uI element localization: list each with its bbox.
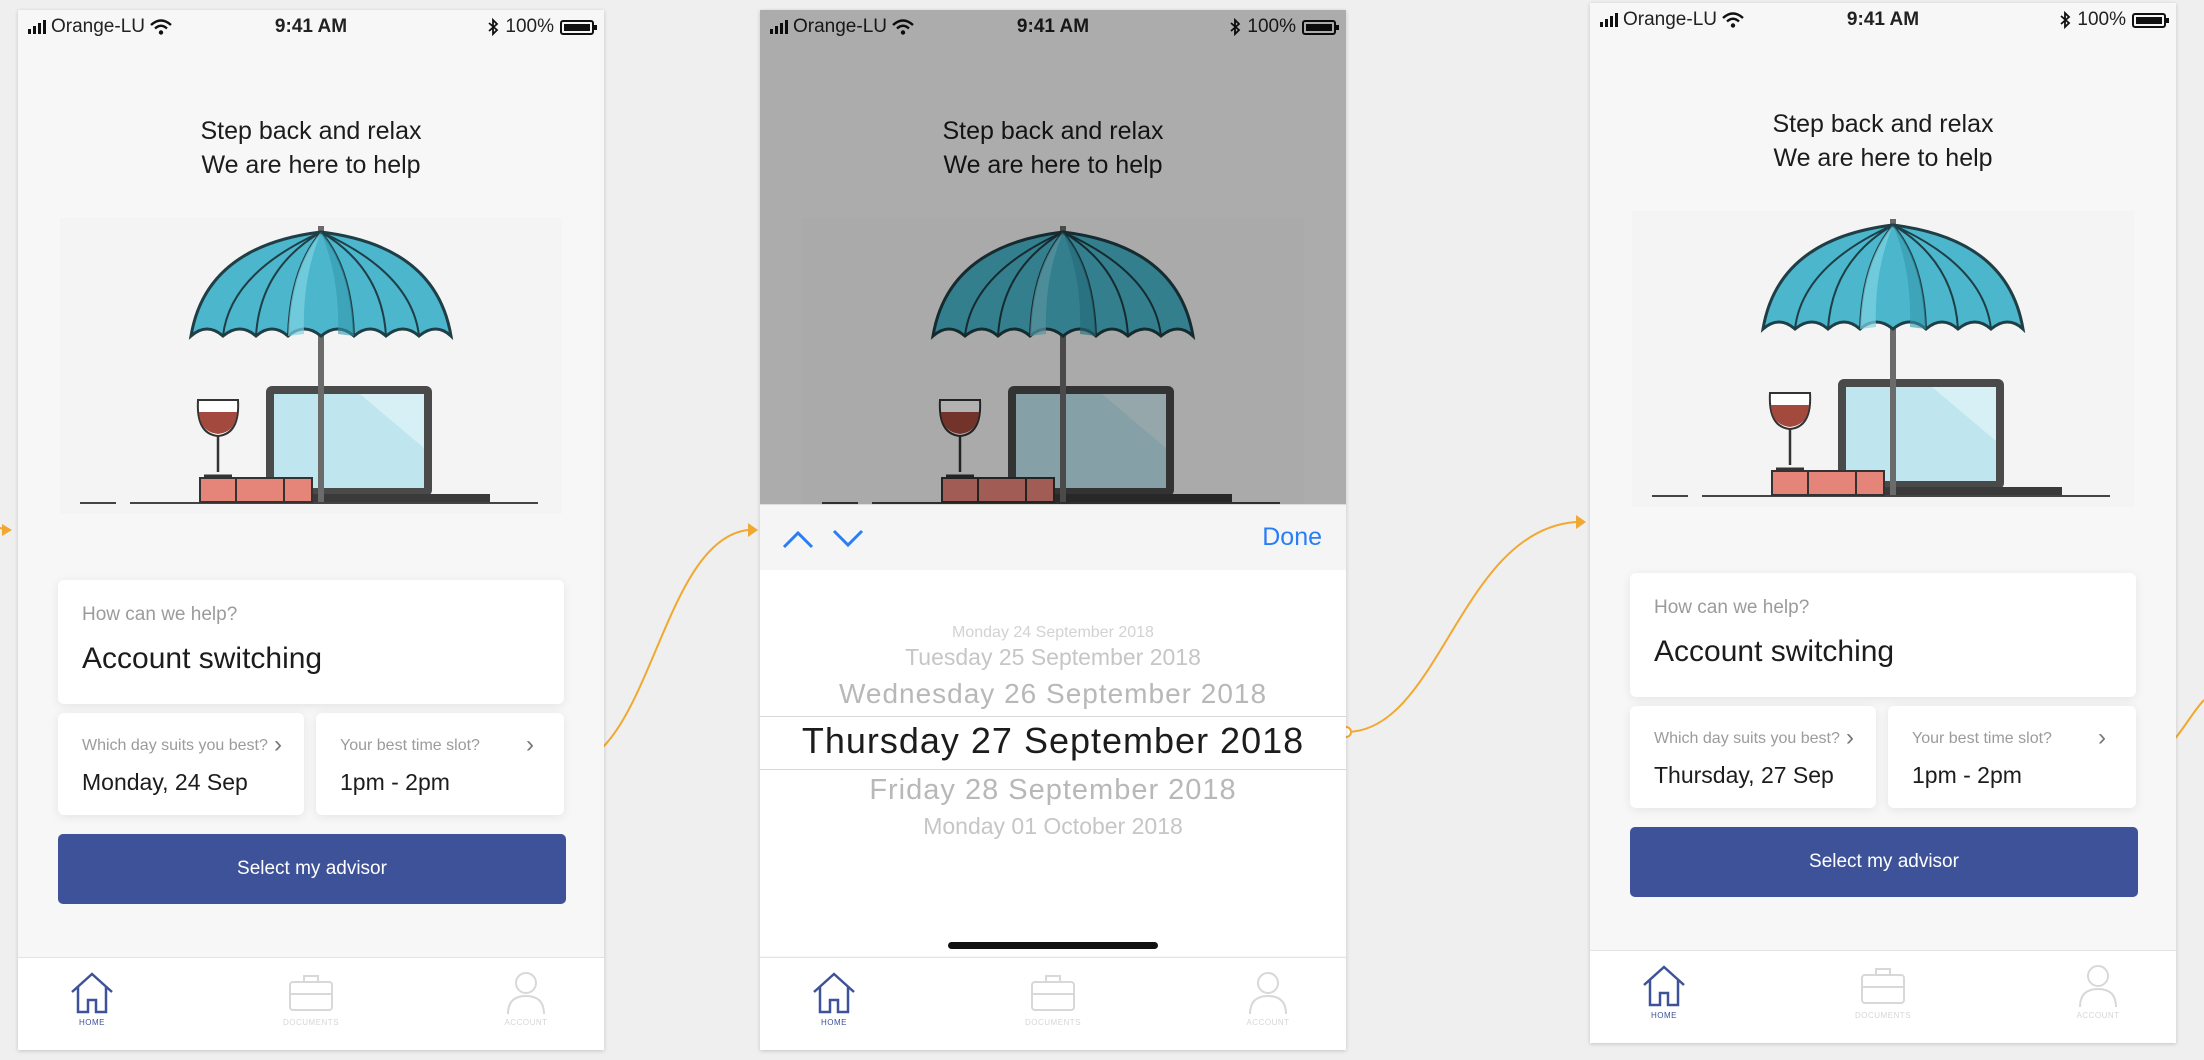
day-label: Which day suits you best?	[82, 737, 268, 754]
tab-documents-label: DOCUMENTS	[282, 1018, 340, 1027]
date-picker[interactable]: Monday 24 September 2018 Tuesday 25 Sept…	[760, 570, 1346, 956]
chevron-up-icon[interactable]	[782, 529, 814, 549]
chevron-down-icon[interactable]	[832, 529, 864, 549]
tab-bar: HOME DOCUMENTS ACCOUNT	[1590, 950, 2176, 1043]
briefcase-icon	[1861, 968, 1905, 1004]
status-right: 100%	[2060, 9, 2169, 31]
screen-home-updated: Orange-LU 9:41 AM 100% Step back and rel…	[1590, 3, 2176, 1043]
day-value: Thursday, 27 Sep	[1654, 762, 1834, 788]
time-value: 1pm - 2pm	[340, 769, 450, 795]
tab-documents-label: DOCUMENTS	[1854, 1011, 1912, 1020]
home-icon	[813, 972, 855, 1014]
help-value: Account switching	[1654, 635, 1895, 668]
tab-documents[interactable]: DOCUMENTS	[993, 968, 1113, 1027]
picker-row[interactable]: Monday 24 September 2018	[760, 624, 1346, 642]
flow-line-2	[1345, 521, 1577, 733]
tab-account-label: ACCOUNT	[1246, 1018, 1290, 1027]
user-icon	[507, 972, 545, 1015]
umbrella-illustration	[60, 218, 562, 514]
screen-date-picker: Orange-LU 9:41 AM 100% Step back and rel…	[760, 10, 1346, 1050]
time-selector[interactable]: Your best time slot? › 1pm - 2pm	[1888, 706, 2136, 808]
status-bar: Orange-LU 9:41 AM 100%	[1590, 3, 2176, 37]
day-selector[interactable]: Which day suits you best? › Thursday, 27…	[1630, 706, 1876, 808]
time-selector[interactable]: Your best time slot? › 1pm - 2pm	[316, 713, 564, 815]
day-value: Monday, 24 Sep	[82, 769, 248, 795]
tab-home-label: HOME	[79, 1018, 105, 1027]
help-label: How can we help?	[1654, 597, 1810, 618]
tagline: Step back and relax We are here to help	[18, 114, 604, 182]
tab-account[interactable]: ACCOUNT	[466, 968, 586, 1027]
battery-icon	[560, 19, 597, 35]
help-label: How can we help?	[82, 604, 238, 625]
bluetooth-icon	[488, 18, 499, 36]
day-label: Which day suits you best?	[1654, 730, 1840, 747]
tagline: Step back and relax We are here to help	[1590, 107, 2176, 175]
chevron-right-icon: ›	[1846, 724, 1854, 751]
chevron-right-icon: ›	[2098, 724, 2106, 751]
picker-row[interactable]: Tuesday 25 September 2018	[760, 644, 1346, 671]
chevron-right-icon: ›	[274, 731, 282, 758]
user-icon	[2079, 965, 2117, 1008]
tab-home[interactable]: HOME	[32, 968, 152, 1027]
bluetooth-icon	[2060, 11, 2071, 29]
tab-documents[interactable]: DOCUMENTS	[1823, 961, 1943, 1020]
tagline-line-1: Step back and relax	[200, 117, 422, 145]
help-card[interactable]: How can we help? Account switching	[1630, 573, 2136, 697]
status-bar: Orange-LU 9:41 AM 100%	[18, 10, 604, 44]
tab-account[interactable]: ACCOUNT	[2038, 961, 2158, 1020]
tab-home[interactable]: HOME	[774, 968, 894, 1027]
dim-overlay	[760, 10, 1346, 504]
select-advisor-button[interactable]: Select my advisor	[1630, 827, 2138, 897]
tab-home[interactable]: HOME	[1604, 961, 1724, 1020]
umbrella-illustration	[1632, 211, 2134, 507]
tab-documents-label: DOCUMENTS	[1024, 1018, 1082, 1027]
battery-icon	[2132, 12, 2169, 28]
tab-documents[interactable]: DOCUMENTS	[251, 968, 371, 1027]
tab-bar: HOME DOCUMENTS ACCOUNT	[18, 957, 604, 1050]
day-selector[interactable]: Which day suits you best? › Monday, 24 S…	[58, 713, 304, 815]
time-value: 1pm - 2pm	[1912, 762, 2022, 788]
time-label: Your best time slot?	[1912, 730, 2052, 747]
tagline-line-1: Step back and relax	[1772, 110, 1994, 138]
tab-account-label: ACCOUNT	[2076, 1011, 2120, 1020]
status-right: 100%	[488, 16, 597, 38]
tab-account[interactable]: ACCOUNT	[1208, 968, 1328, 1027]
flow-arrowhead-in	[2, 524, 12, 536]
briefcase-icon	[1031, 975, 1075, 1011]
home-icon	[71, 972, 113, 1014]
help-value: Account switching	[82, 642, 323, 675]
chevron-right-icon: ›	[526, 731, 534, 758]
picker-row[interactable]: Monday 01 October 2018	[760, 813, 1346, 840]
tab-account-label: ACCOUNT	[504, 1018, 548, 1027]
flow-arrowhead-2	[1576, 515, 1586, 529]
help-card[interactable]: How can we help? Account switching	[58, 580, 564, 704]
picker-row[interactable]: Friday 28 September 2018	[760, 774, 1346, 807]
tagline-line-2: We are here to help	[1773, 144, 1993, 172]
home-indicator	[948, 942, 1158, 949]
screen-home: Orange-LU 9:41 AM 100% Step back and rel…	[18, 10, 604, 1050]
user-icon	[1249, 972, 1287, 1015]
briefcase-icon	[289, 975, 333, 1011]
select-advisor-button[interactable]: Select my advisor	[58, 834, 566, 904]
picker-row-selected[interactable]: Thursday 27 September 2018	[760, 720, 1346, 762]
tagline-line-2: We are here to help	[201, 151, 421, 179]
battery-percent: 100%	[2077, 9, 2126, 30]
tab-home-label: HOME	[1651, 1011, 1677, 1020]
done-button[interactable]: Done	[1262, 523, 1322, 552]
time-label: Your best time slot?	[340, 737, 480, 754]
picker-row[interactable]: Wednesday 26 September 2018	[760, 678, 1346, 710]
flow-arrowhead-1	[748, 523, 758, 537]
battery-percent: 100%	[505, 16, 554, 37]
tab-home-label: HOME	[821, 1018, 847, 1027]
home-icon	[1643, 965, 1685, 1007]
picker-toolbar: Done	[760, 504, 1346, 572]
tab-bar: HOME DOCUMENTS ACCOUNT	[760, 957, 1346, 1050]
